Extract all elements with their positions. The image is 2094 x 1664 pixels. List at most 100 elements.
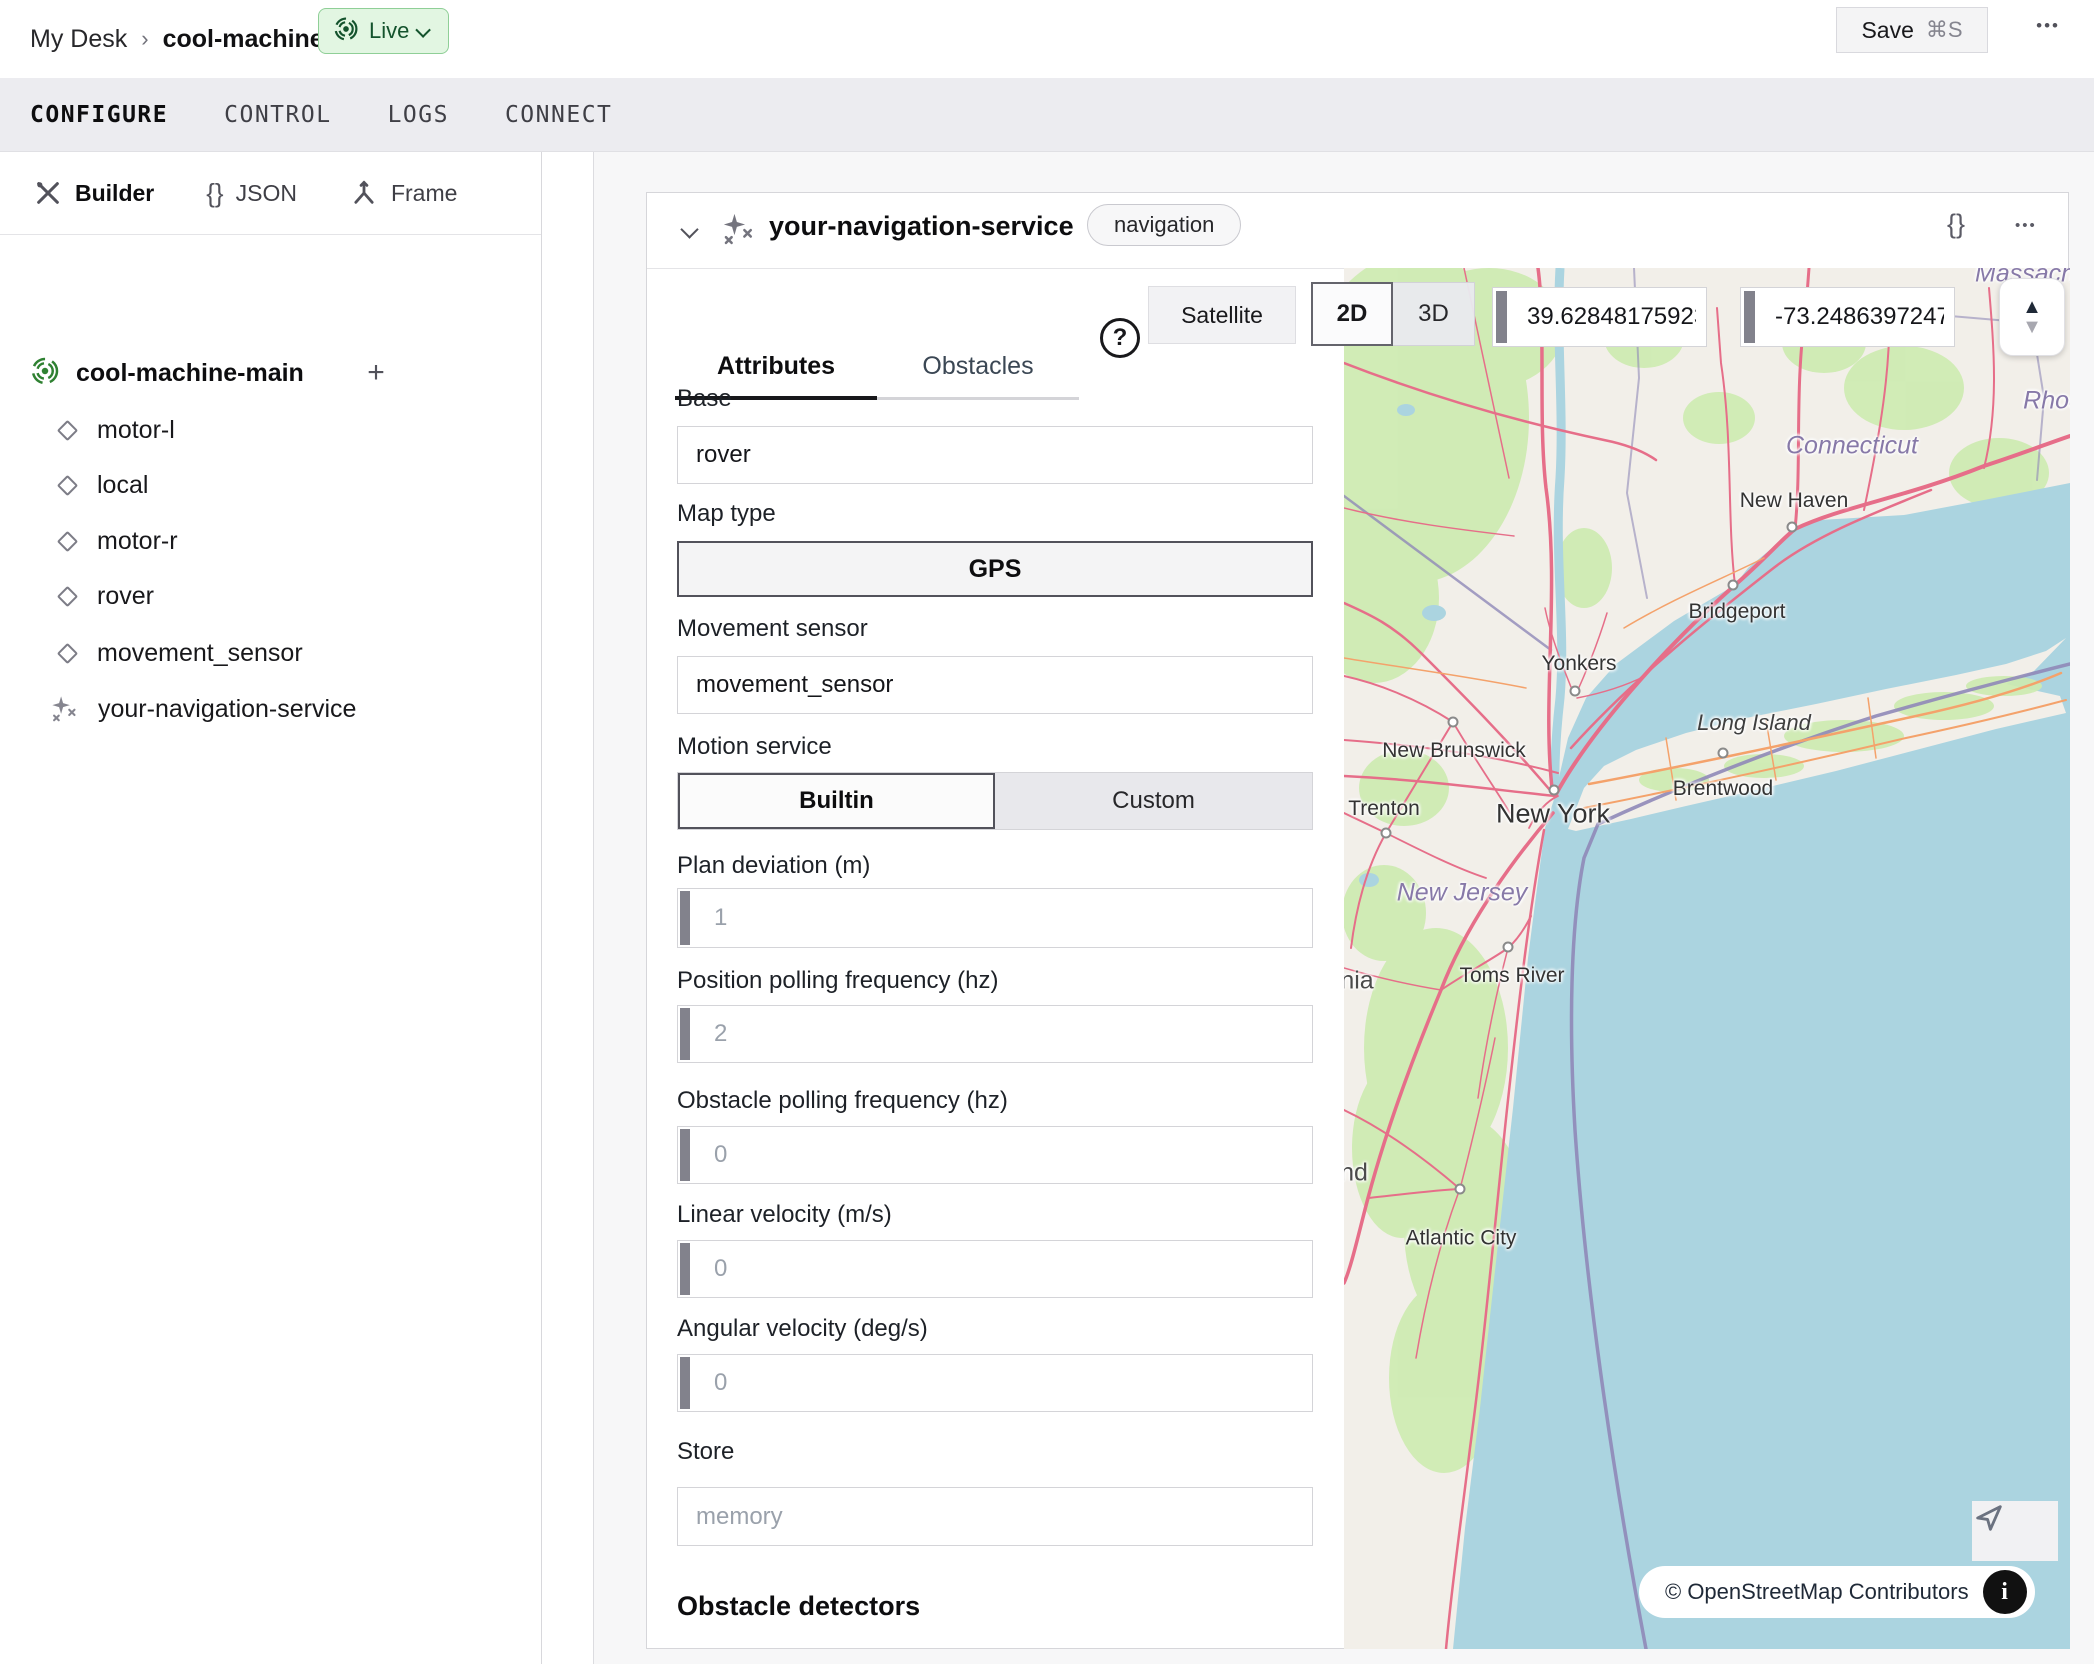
drag-handle-icon[interactable]: [680, 1357, 690, 1409]
config-mode-switcher: Builder {} JSON Frame: [0, 152, 541, 235]
map-2d-button[interactable]: 2D: [1311, 282, 1393, 346]
drag-handle-icon[interactable]: [680, 1008, 690, 1060]
mode-json-label: JSON: [236, 180, 297, 207]
tab-configure[interactable]: CONFIGURE: [30, 102, 168, 128]
angular-velocity-label: Angular velocity (deg/s): [677, 1315, 928, 1343]
tab-connect[interactable]: CONNECT: [505, 102, 612, 128]
braces-icon: {}: [206, 178, 223, 209]
tree-item-label: motor-r: [97, 527, 178, 556]
tree-item-motor-r[interactable]: motor-r: [56, 519, 178, 563]
save-label: Save: [1861, 17, 1913, 44]
machine-part-icon: [30, 356, 60, 391]
mode-builder-label: Builder: [75, 180, 154, 207]
drag-handle-icon[interactable]: [1744, 291, 1755, 343]
save-button[interactable]: Save ⌘S: [1836, 7, 1988, 53]
tree-item-local[interactable]: local: [56, 463, 148, 507]
live-status-dropdown[interactable]: Live: [318, 8, 449, 54]
navigation-arrow-icon: [1972, 1501, 2006, 1535]
latitude-input[interactable]: [1492, 287, 1707, 347]
map-label-new-jersey: New Jersey: [1397, 879, 1528, 908]
linear-velocity-input[interactable]: [677, 1240, 1313, 1298]
card-menu-button[interactable]: •••: [2015, 217, 2037, 234]
mode-json[interactable]: {} JSON: [206, 178, 297, 209]
map-label-trenton: Trenton: [1348, 797, 1420, 821]
more-menu-button[interactable]: •••: [2036, 16, 2060, 36]
map-label-brentwood: Brentwood: [1673, 777, 1773, 801]
obstacle-detectors-heading: Obstacle detectors: [677, 1591, 920, 1622]
map-dimension-toggle: 2D 3D: [1311, 282, 1475, 346]
tree-item-label: local: [97, 471, 148, 500]
component-icon: [57, 642, 78, 663]
app-window: My Desk › cool-machine Live Save ⌘S ••• …: [0, 0, 2094, 1664]
map-label-yonkers: Yonkers: [1541, 652, 1616, 676]
collapse-chevron-icon[interactable]: [680, 220, 698, 238]
help-icon[interactable]: ?: [1100, 318, 1140, 358]
tree-item-label: motor-l: [97, 416, 175, 445]
map-type-gps-button[interactable]: GPS: [677, 541, 1313, 597]
map-label-new-haven: New Haven: [1740, 489, 1849, 513]
movement-sensor-label: Movement sensor: [677, 615, 868, 643]
base-label: Base: [677, 385, 732, 413]
map-label-atlantic-city: Atlantic City: [1401, 1225, 1521, 1250]
add-component-button[interactable]: +: [358, 355, 394, 391]
tab-obstacles[interactable]: Obstacles: [877, 352, 1079, 400]
tree-item-movement-sensor[interactable]: movement_sensor: [56, 631, 303, 675]
breadcrumb-machine-name: cool-machine: [163, 25, 324, 54]
map-label-bridgeport: Bridgeport: [1689, 600, 1786, 624]
navigation-service-card: your-navigation-service navigation {} ••…: [646, 192, 2069, 1649]
card-title: your-navigation-service: [769, 211, 1074, 242]
position-polling-input[interactable]: [677, 1005, 1313, 1063]
top-bar: My Desk › cool-machine Live Save ⌘S •••: [0, 0, 2094, 78]
mode-frame[interactable]: Frame: [349, 178, 457, 208]
sidebar: Builder {} JSON Frame: [0, 152, 542, 1664]
map-label-pennsylvania-partial: nia: [1344, 967, 1374, 996]
main-content: your-navigation-service navigation {} ••…: [593, 152, 2094, 1664]
tree-root-machine-part[interactable]: cool-machine-main: [30, 347, 304, 399]
drag-handle-icon[interactable]: [680, 1243, 690, 1295]
tab-control[interactable]: CONTROL: [224, 102, 331, 128]
movement-sensor-input[interactable]: [677, 656, 1313, 714]
map-zoom-stepper[interactable]: ▲ ▼: [1999, 278, 2065, 356]
tree-item-navigation-service[interactable]: your-navigation-service: [50, 687, 356, 731]
tab-logs[interactable]: LOGS: [388, 102, 449, 128]
map-attribution: © OpenStreetMap Contributors i: [1639, 1566, 2035, 1618]
obstacle-polling-input[interactable]: [677, 1126, 1313, 1184]
tree-item-label: your-navigation-service: [98, 695, 356, 724]
machine-nav-tabs: CONFIGURE CONTROL LOGS CONNECT: [0, 78, 2094, 152]
component-icon: [57, 530, 78, 551]
drag-handle-icon[interactable]: [680, 891, 690, 945]
map-label-new-york: New York: [1496, 799, 1610, 830]
map-label-connecticut: Connecticut: [1786, 432, 1918, 461]
tree-item-label: movement_sensor: [97, 639, 303, 668]
service-sparkle-icon: [50, 694, 80, 724]
zoom-in-arrow-icon[interactable]: ▲: [2022, 297, 2042, 317]
map-label-long-island: Long Island: [1697, 710, 1811, 736]
info-icon[interactable]: i: [1983, 1570, 2027, 1614]
plan-deviation-input[interactable]: [677, 888, 1313, 948]
map-label-toms-river: Toms River: [1459, 964, 1564, 988]
locate-button[interactable]: [1972, 1501, 2058, 1561]
longitude-input[interactable]: [1740, 287, 1955, 347]
satellite-toggle-button[interactable]: Satellite: [1148, 286, 1296, 344]
map-3d-button[interactable]: 3D: [1393, 282, 1475, 346]
store-label: Store: [677, 1438, 734, 1466]
breadcrumb-my-desk[interactable]: My Desk: [30, 25, 127, 54]
motion-builtin-option[interactable]: Builtin: [678, 773, 995, 829]
json-toggle-icon[interactable]: {}: [1947, 209, 1965, 240]
mode-builder[interactable]: Builder: [33, 178, 154, 208]
motion-service-segmented: Builtin Custom: [677, 772, 1313, 830]
store-input[interactable]: [677, 1487, 1313, 1546]
angular-velocity-input[interactable]: [677, 1354, 1313, 1412]
zoom-out-arrow-icon[interactable]: ▼: [2022, 317, 2042, 337]
motion-custom-option[interactable]: Custom: [995, 773, 1312, 829]
tree-item-rover[interactable]: rover: [56, 574, 154, 618]
navigation-map[interactable]: Massachu Rhode Connecticut New Haven Bri…: [1344, 268, 2070, 1649]
drag-handle-icon[interactable]: [680, 1129, 690, 1181]
frame-axes-icon: [349, 178, 379, 208]
component-icon: [57, 419, 78, 440]
drag-handle-icon[interactable]: [1496, 291, 1507, 343]
tree-item-motor-l[interactable]: motor-l: [56, 408, 175, 452]
map-label-partial-nd: nd: [1344, 1159, 1368, 1188]
base-input[interactable]: [677, 426, 1313, 484]
card-tabs: Attributes Obstacles: [675, 269, 1079, 400]
